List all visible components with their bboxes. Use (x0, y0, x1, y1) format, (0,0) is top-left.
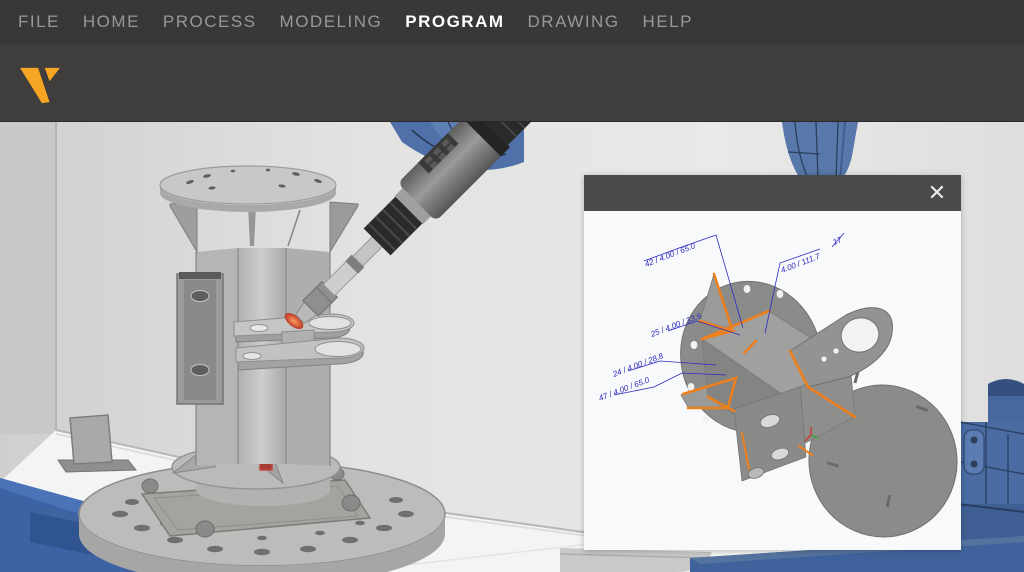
drawing-panel-titlebar: ✕ (584, 175, 961, 211)
menu-drawing[interactable]: DRAWING (528, 12, 620, 32)
menu-process[interactable]: PROCESS (163, 12, 257, 32)
ribbon-strip (0, 44, 1024, 122)
close-icon[interactable]: ✕ (923, 179, 951, 207)
menu-home[interactable]: HOME (83, 12, 140, 32)
drawing-panel-body[interactable]: 42 / 4.00 / 65.0 4.00 / 111.7 17 25 / 4.… (584, 211, 961, 550)
weld-drawing-canvas[interactable]: 42 / 4.00 / 65.0 4.00 / 111.7 17 25 / 4.… (584, 211, 961, 550)
menubar: FILE HOME PROCESS MODELING PROGRAM DRAWI… (0, 0, 1024, 44)
weld-drawing-panel: ✕ (584, 175, 961, 550)
dim-label-2: 4.00 / 111.7 (779, 252, 821, 275)
dim-label-1: 42 / 4.00 / 65.0 (643, 241, 697, 269)
menu-modeling[interactable]: MODELING (280, 12, 383, 32)
dim-label-3: 17 (831, 235, 843, 247)
menu-program[interactable]: PROGRAM (405, 12, 504, 32)
menu-help[interactable]: HELP (643, 12, 693, 32)
application-window: { "menubar": { "items": [ {"label": "FIL… (0, 0, 1024, 572)
dim-label-5: 24 / 4.00 / 28.8 (611, 351, 666, 379)
v-logo-icon (18, 65, 62, 105)
side-bracket (177, 272, 223, 404)
menu-file[interactable]: FILE (18, 12, 60, 32)
